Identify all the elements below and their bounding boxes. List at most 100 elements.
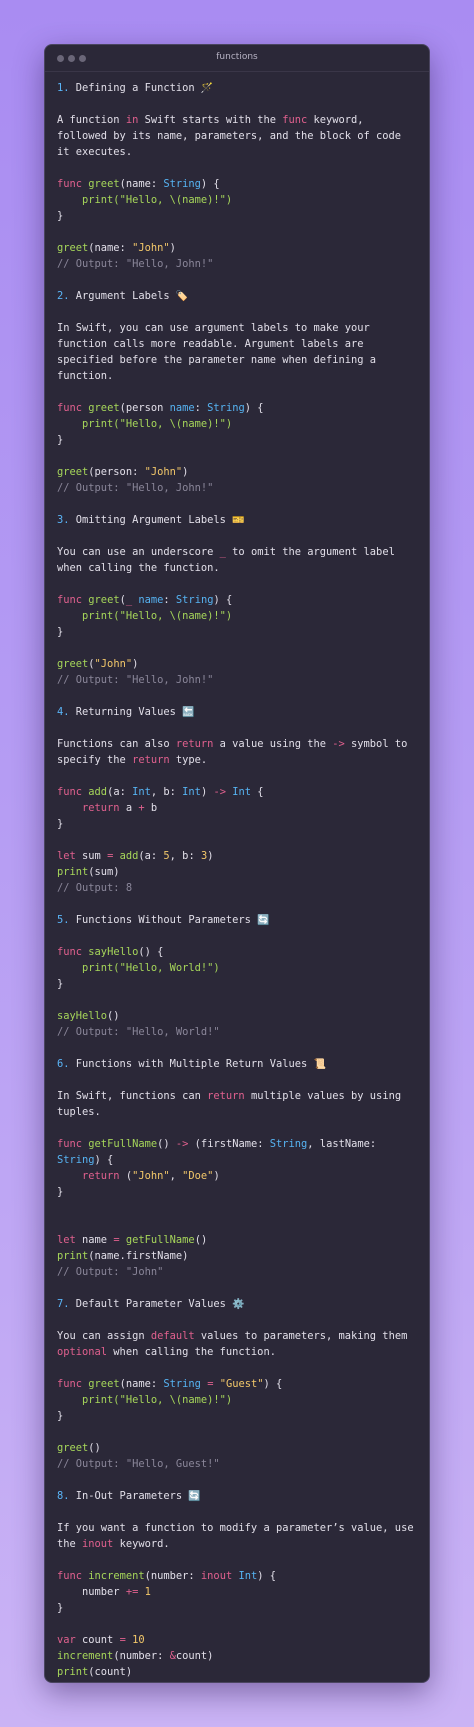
code-line: // Output: "Hello, John!" xyxy=(57,480,417,496)
code-token: Int xyxy=(182,786,201,798)
code-token: // Output: 11 xyxy=(57,1682,138,1683)
code-token: getFullName xyxy=(88,1138,158,1150)
emoji-icon: 🔙 xyxy=(182,707,195,718)
code-line: greet(person: "John") xyxy=(57,464,417,480)
code-line: // Output: "Hello, John!" xyxy=(57,672,417,688)
emoji-icon: 🔄 xyxy=(188,1491,201,1502)
code-token: add xyxy=(119,850,139,862)
code-token: b xyxy=(144,802,158,814)
code-line: function. xyxy=(57,368,417,384)
code-token: values to parameters, making them xyxy=(194,1330,408,1342)
code-token: () xyxy=(88,1442,101,1454)
code-line: } xyxy=(57,1600,417,1616)
code-token: greet xyxy=(57,242,89,254)
code-token: (person: xyxy=(88,466,145,478)
code-window: functions 1. Defining a Function 🪄 A fun… xyxy=(44,44,430,1683)
code-token: } xyxy=(57,1186,64,1198)
code-token: count xyxy=(75,1634,120,1646)
code-line: specified before the parameter name when… xyxy=(57,352,417,368)
code-token: , lastName: xyxy=(307,1138,377,1150)
code-token: print xyxy=(57,1250,89,1262)
code-token: You can use an underscore xyxy=(57,546,220,558)
code-line: func greet(_ name: String) { xyxy=(57,592,417,608)
code-token: () { xyxy=(138,946,164,958)
code-line: 5. Functions Without Parameters 🔄 xyxy=(57,912,417,928)
code-line: } xyxy=(57,976,417,992)
code-line: // Output: "Hello, Guest!" xyxy=(57,1456,417,1472)
code-token: Omitting Argument Labels xyxy=(69,514,233,526)
code-line: var count = 10 xyxy=(57,1632,417,1648)
code-token: followed by its name, parameters, and th… xyxy=(57,130,402,142)
code-token: If you want a function to modify a param… xyxy=(57,1522,414,1534)
code-token: String xyxy=(269,1138,308,1150)
code-token: (name: xyxy=(119,1378,164,1390)
code-token: tuples. xyxy=(57,1106,101,1118)
code-line: func greet(person name: String) { xyxy=(57,400,417,416)
code-token: += xyxy=(125,1586,139,1598)
code-line: it executes. xyxy=(57,144,417,160)
code-line: } xyxy=(57,432,417,448)
code-token: // Output: "Hello, John!" xyxy=(57,674,214,686)
code-line: print(sum) xyxy=(57,864,417,880)
code-token: 8. xyxy=(57,1490,70,1502)
code-line: optional when calling the function. xyxy=(57,1344,417,1360)
code-token: specify the xyxy=(57,754,133,766)
code-token: 7. xyxy=(57,1298,70,1310)
code-token: sayHello xyxy=(57,1010,108,1022)
code-token: (number: xyxy=(144,1570,201,1582)
code-token: Swift starts with the xyxy=(138,114,283,126)
code-token: count) xyxy=(175,1650,214,1662)
code-line: return ("John", "Doe") xyxy=(57,1168,417,1184)
code-token: func xyxy=(57,1378,83,1390)
code-token: greet xyxy=(88,594,120,606)
code-token: print("Hello, \(name)!") xyxy=(82,194,233,206)
code-token: Functions can also xyxy=(57,738,176,750)
code-line: // Output: 11 xyxy=(57,1680,417,1683)
code-line: func getFullName() -> (firstName: String… xyxy=(57,1136,417,1152)
code-token: (sum) xyxy=(88,866,120,878)
code-token: } xyxy=(57,978,64,990)
code-token: func xyxy=(57,594,83,606)
code-token: increment xyxy=(57,1650,114,1662)
code-token: ( xyxy=(119,1170,133,1182)
code-token: inout xyxy=(200,1570,233,1582)
code-line: String) { xyxy=(57,1152,417,1168)
code-token: a xyxy=(119,802,139,814)
code-token: (name.firstName) xyxy=(88,1250,189,1262)
code-line: A function in Swift starts with the func… xyxy=(57,112,417,128)
code-token: Argument Labels xyxy=(69,290,176,302)
code-line: } xyxy=(57,816,417,832)
code-line: 7. Default Parameter Values ⚙️ xyxy=(57,1296,417,1312)
code-token: ) { xyxy=(213,594,233,606)
code-token: ) { xyxy=(257,1570,277,1582)
code-token: 1. xyxy=(57,82,70,94)
code-token: , b: xyxy=(150,786,183,798)
code-token: , xyxy=(169,1170,183,1182)
title-bar: functions xyxy=(45,45,429,72)
code-token: when calling the function. xyxy=(107,1346,276,1358)
code-line: } xyxy=(57,1408,417,1424)
code-line: sayHello() xyxy=(57,1008,417,1024)
code-token: name xyxy=(75,1234,114,1246)
code-line: // Output: "Hello, World!" xyxy=(57,1024,417,1040)
code-line: increment(number: &count) xyxy=(57,1648,417,1664)
code-line: // Output: "Hello, John!" xyxy=(57,256,417,272)
code-line: func greet(name: String = "Guest") { xyxy=(57,1376,417,1392)
code-token: () xyxy=(157,1138,176,1150)
